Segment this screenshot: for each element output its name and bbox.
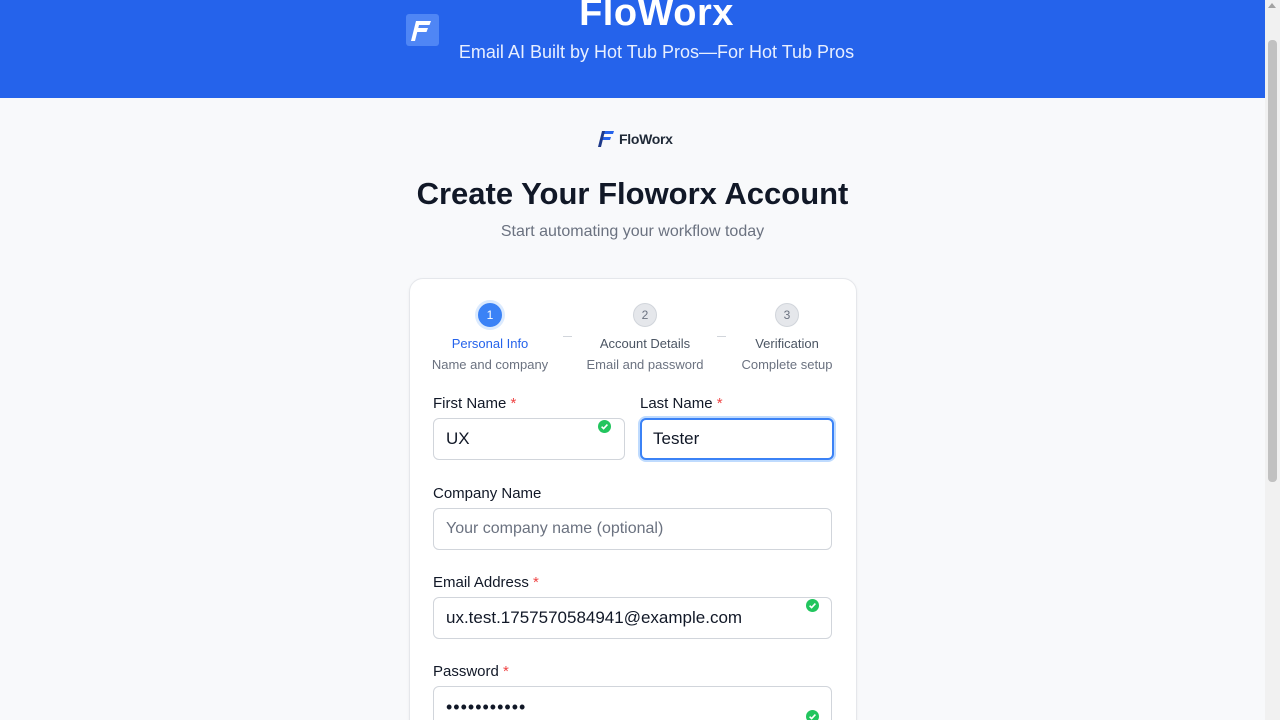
password-input[interactable]: ••••••••••• [433, 686, 832, 720]
top-banner: FloWorx Email AI Built by Hot Tub Pros—F… [0, 0, 1265, 98]
page-subtitle: Start automating your workflow today [500, 223, 765, 240]
brand-logo: FloWorx [597, 128, 673, 150]
brand-name: FloWorx [619, 131, 673, 147]
company-name-label: Company Name [433, 485, 542, 502]
first-name-input[interactable]: UX [433, 418, 625, 460]
last-name-input[interactable]: Tester [640, 418, 834, 460]
banner-title: FloWorx [579, 0, 734, 34]
step-number: 2 [633, 303, 657, 327]
page-scrollbar[interactable] [1265, 0, 1280, 720]
step-label: Account Details [599, 336, 691, 351]
required-mark: * [503, 663, 509, 680]
step-description: Name and company [431, 357, 549, 372]
floworx-logo-icon [598, 131, 614, 147]
valid-check-icon [806, 710, 819, 720]
required-mark: * [716, 395, 723, 412]
banner-subtitle: Email AI Built by Hot Tub Pros—For Hot T… [458, 42, 855, 62]
email-label: Email Address * [433, 574, 539, 591]
valid-check-icon [806, 599, 819, 612]
scroll-up-arrow-icon[interactable] [1268, 3, 1276, 8]
first-name-label: First Name * [433, 395, 517, 412]
step-personal-info[interactable]: 1 Personal Info Name and company [420, 303, 560, 372]
step-verification[interactable]: 3 Verification Complete setup [717, 303, 857, 372]
step-description: Email and password [586, 357, 704, 372]
step-separator [563, 336, 572, 337]
step-number: 3 [775, 303, 799, 327]
last-name-label: Last Name * [640, 395, 723, 412]
required-mark: * [533, 574, 539, 591]
step-account-details[interactable]: 2 Account Details Email and password [575, 303, 715, 372]
step-label: Verification [755, 336, 819, 351]
valid-check-icon [598, 420, 611, 433]
signup-card: 1 Personal Info Name and company 2 Accou… [409, 278, 857, 720]
step-description: Complete setup [741, 357, 833, 372]
step-number: 1 [478, 303, 502, 327]
required-mark: * [510, 395, 517, 412]
page-title: Create Your Floworx Account [416, 176, 849, 211]
step-label: Personal Info [451, 336, 529, 351]
company-name-input[interactable]: Your company name (optional) [433, 508, 832, 550]
scroll-thumb[interactable] [1268, 40, 1277, 482]
password-label: Password * [433, 663, 509, 680]
email-input[interactable]: ux.test.1757570584941@example.com [433, 597, 832, 639]
